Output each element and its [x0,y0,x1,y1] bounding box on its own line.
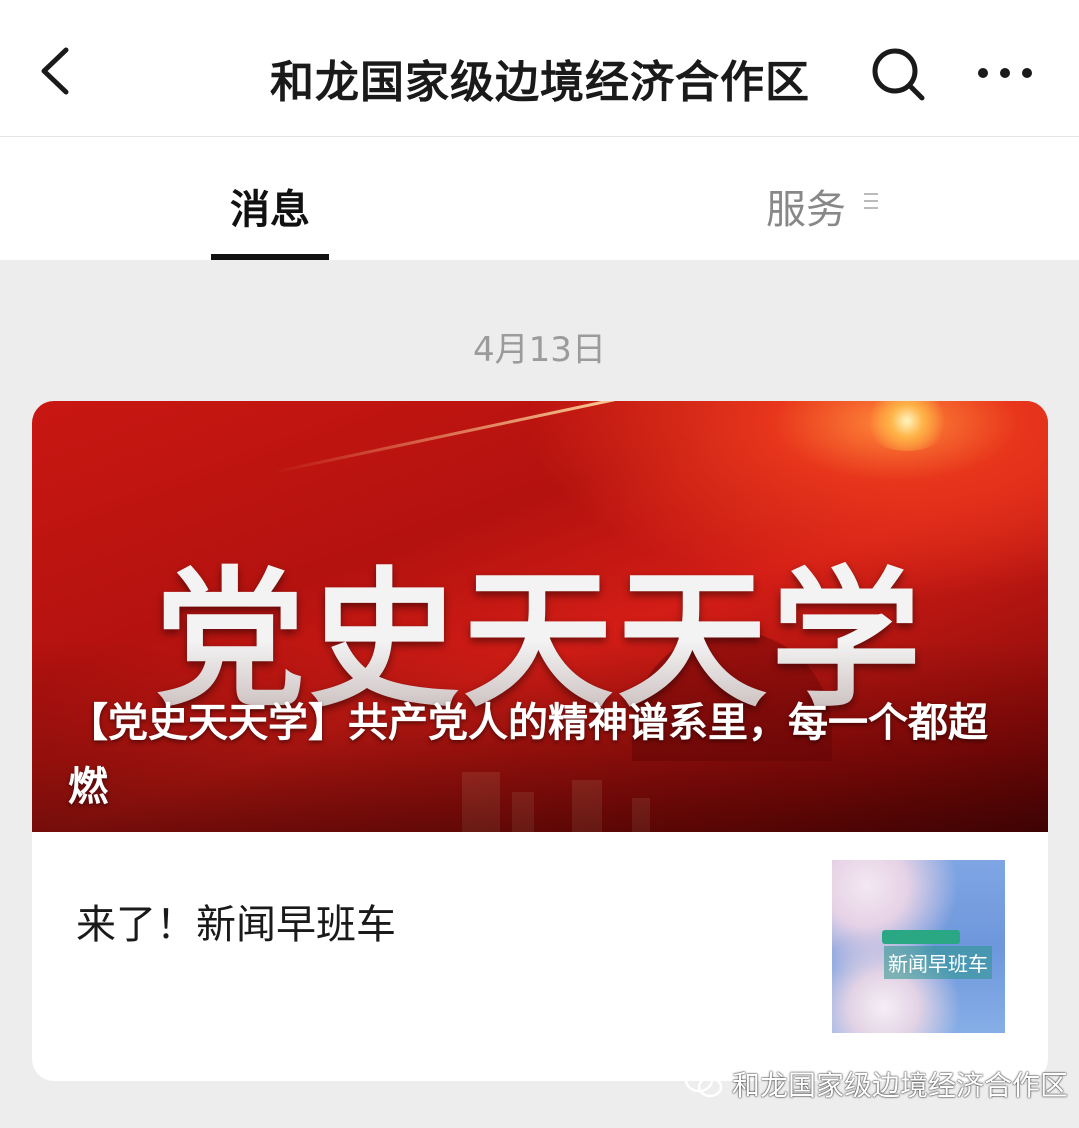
light-flare [862,401,952,451]
watermark-text: 和龙国家级边境经济合作区 [732,1069,1069,1102]
page-title: 和龙国家级边境经济合作区 [270,57,810,108]
article-title: 来了！新闻早班车 [76,902,396,948]
article-card: 党史天天学 【党史天天学】共产党人的精神谱系里，每一个都超燃 来了！新闻早班车 … [32,401,1048,1081]
main-article-headline: 【党史天天学】共产党人的精神谱系里，每一个都超燃 [68,700,988,810]
thumbnail-badge [882,930,960,944]
navigation-bar: 和龙国家级边境经济合作区 [0,0,1079,137]
search-icon[interactable] [866,42,930,106]
message-date: 4月13日 [473,330,606,370]
chevron-left-icon[interactable] [30,40,90,100]
list-item[interactable]: 来了！新闻早班车 新闻早班车 [32,832,1048,1081]
more-horizontal-icon[interactable] [970,50,1040,96]
thumbnail-text: 新闻早班车 [884,946,992,979]
active-tab-indicator [211,254,329,260]
light-streak [271,401,958,474]
tab-services[interactable]: 服务 [766,177,846,235]
article-thumbnail: 新闻早班车 [832,860,1005,1033]
wechat-logo-icon [684,1067,723,1098]
tab-bar: 消息 服务 [0,137,1079,260]
menu-lines-icon[interactable] [862,189,880,213]
tab-messages[interactable]: 消息 [211,177,329,235]
main-article-banner[interactable]: 党史天天学 【党史天天学】共产党人的精神谱系里，每一个都超燃 [32,401,1048,832]
